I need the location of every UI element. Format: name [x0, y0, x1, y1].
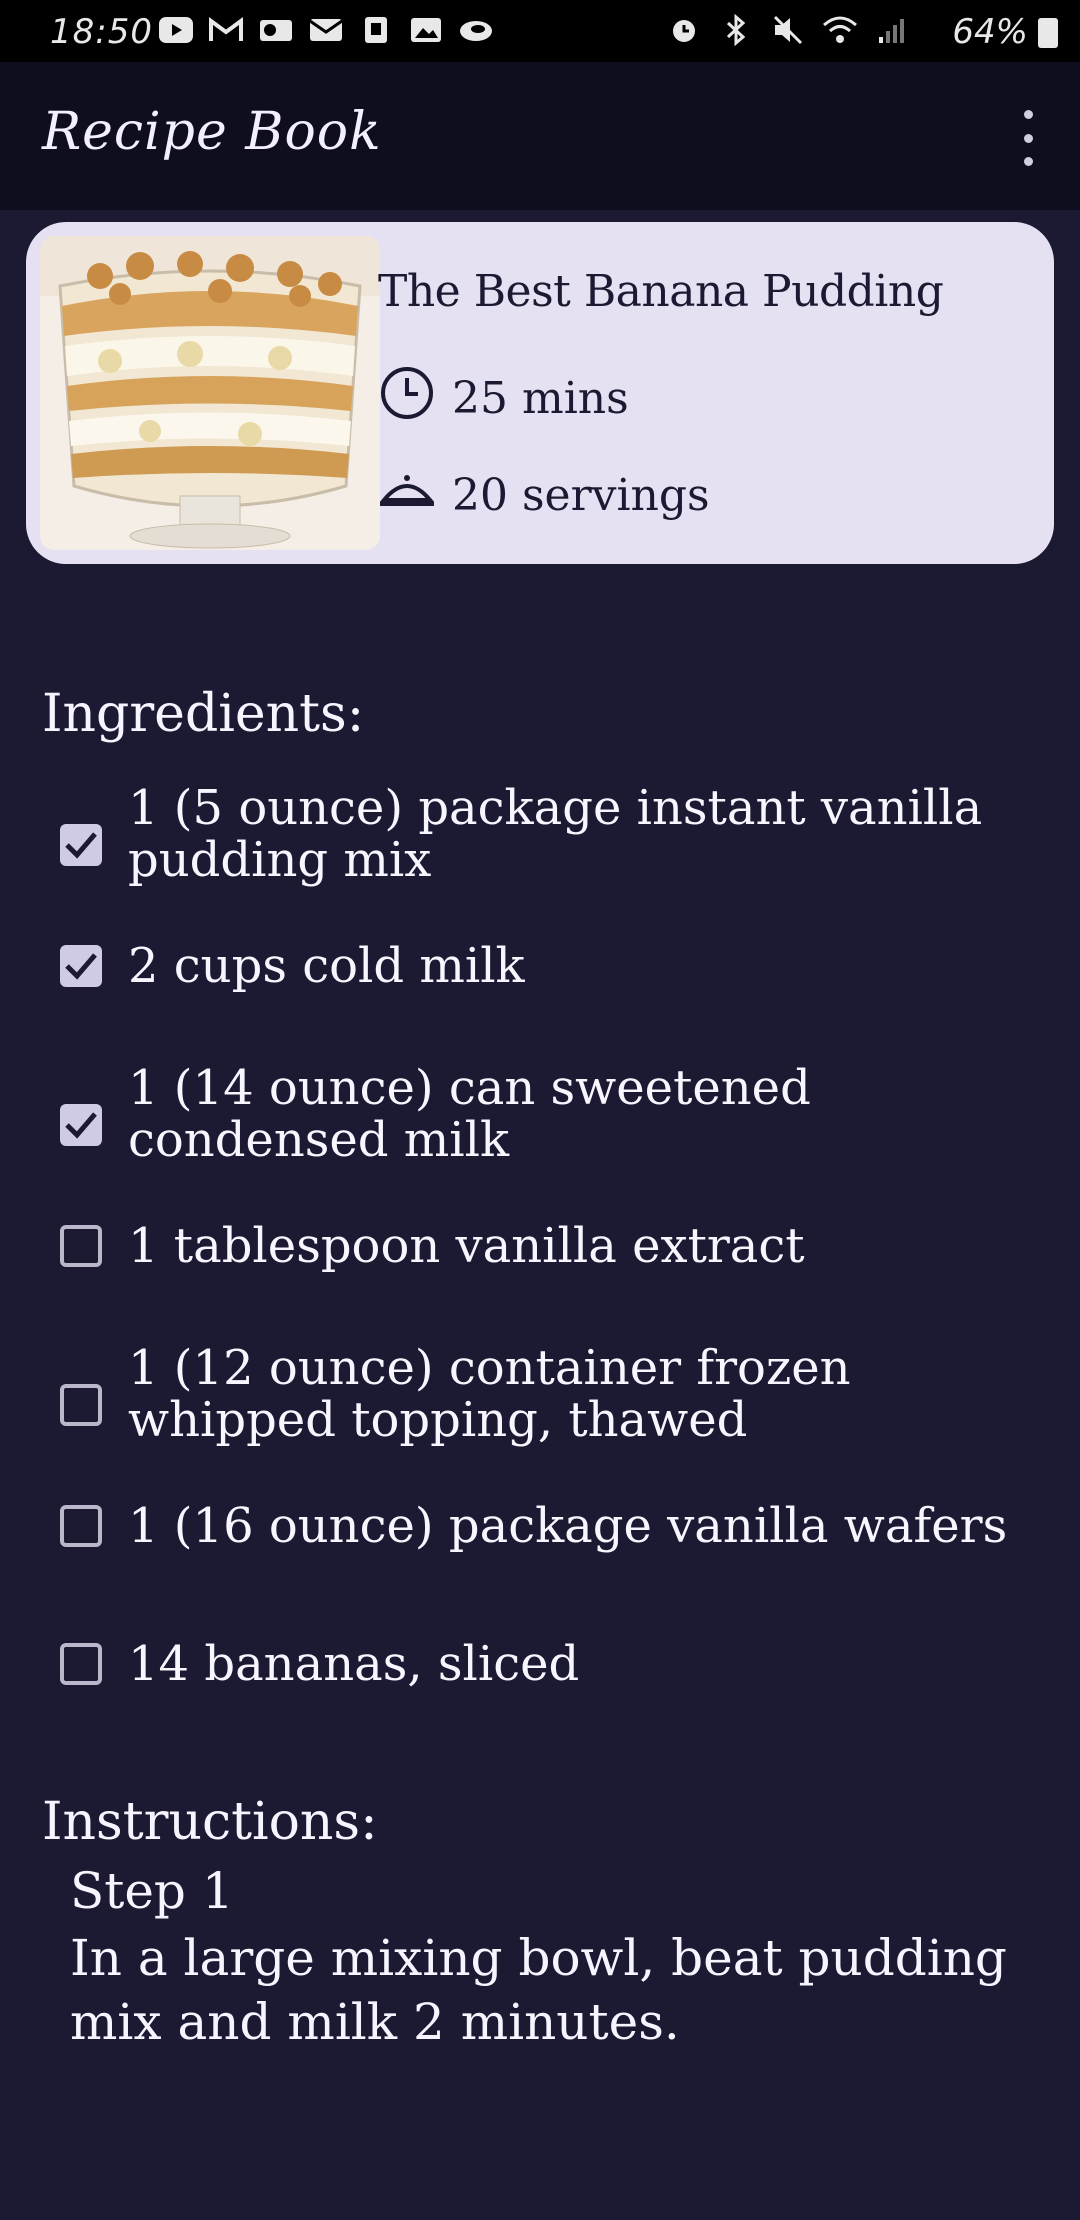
checkbox[interactable]: [60, 824, 102, 866]
ingredient-text: 1 (12 ounce) container frozen whipped to…: [128, 1340, 851, 1448]
checkbox[interactable]: [60, 1384, 102, 1426]
step-text: In a large mixing bowl, beat pudding mix…: [70, 1929, 1007, 2051]
bluetooth-icon: [718, 14, 754, 46]
mute-icon: [770, 14, 806, 46]
recipe-time-text: 25 mins: [452, 373, 629, 424]
ingredient-text: 1 (5 ounce) package instant vanilla pudd…: [128, 780, 983, 888]
more-vert-icon[interactable]: [1006, 110, 1050, 166]
recipe-photo: [40, 236, 380, 550]
recipe-name: The Best Banana Pudding: [378, 266, 944, 317]
ingredients-title: Ingredients:: [42, 684, 365, 744]
clock-icon: [378, 364, 436, 433]
app-icon: [358, 14, 394, 46]
checkbox[interactable]: [60, 945, 102, 987]
checkbox[interactable]: [60, 1505, 102, 1547]
wifi-icon: [822, 14, 858, 46]
ingredient-text: 1 (14 ounce) can sweetened condensed mil…: [128, 1060, 811, 1168]
step-title: Step 1: [70, 1862, 234, 1920]
email-icon: [308, 14, 344, 46]
checkbox[interactable]: [60, 1643, 102, 1685]
app-title: Recipe Book: [42, 102, 382, 162]
recipe-servings-text: 20 servings: [452, 470, 710, 521]
signal-icon: [874, 14, 910, 46]
outlook-icon: [258, 14, 294, 46]
battery-icon: [1038, 18, 1058, 48]
youtube-icon: [158, 14, 194, 46]
status-bar: 18:50 64%: [0, 0, 1080, 62]
status-time: 18:50: [50, 12, 153, 52]
gmail-icon: [208, 14, 244, 46]
recipe-time: 25 mins: [378, 364, 629, 433]
scroll-clip: [0, 2070, 1080, 2220]
app-bar: Recipe Book: [0, 62, 1080, 210]
checkbox[interactable]: [60, 1225, 102, 1267]
battery-percent: 64%: [952, 12, 1028, 52]
recipe-servings: 20 servings: [378, 470, 710, 521]
recipe-card[interactable]: The Best Banana Pudding 25 mins 20 servi…: [26, 222, 1054, 564]
cloud-icon: [458, 14, 494, 46]
ingredient-text: 14 bananas, sliced: [128, 1636, 580, 1692]
serving-dish-icon: [378, 470, 436, 521]
ingredient-text: 1 tablespoon vanilla extract: [128, 1218, 805, 1274]
instructions-title: Instructions:: [42, 1792, 378, 1852]
gallery-icon: [408, 14, 444, 46]
alarm-icon: [666, 14, 702, 46]
notification-icons: [158, 14, 494, 46]
ingredient-text: 2 cups cold milk: [128, 938, 525, 994]
ingredient-text: 1 (16 ounce) package vanilla wafers: [128, 1498, 1008, 1554]
checkbox[interactable]: [60, 1104, 102, 1146]
system-icons: [666, 14, 910, 46]
